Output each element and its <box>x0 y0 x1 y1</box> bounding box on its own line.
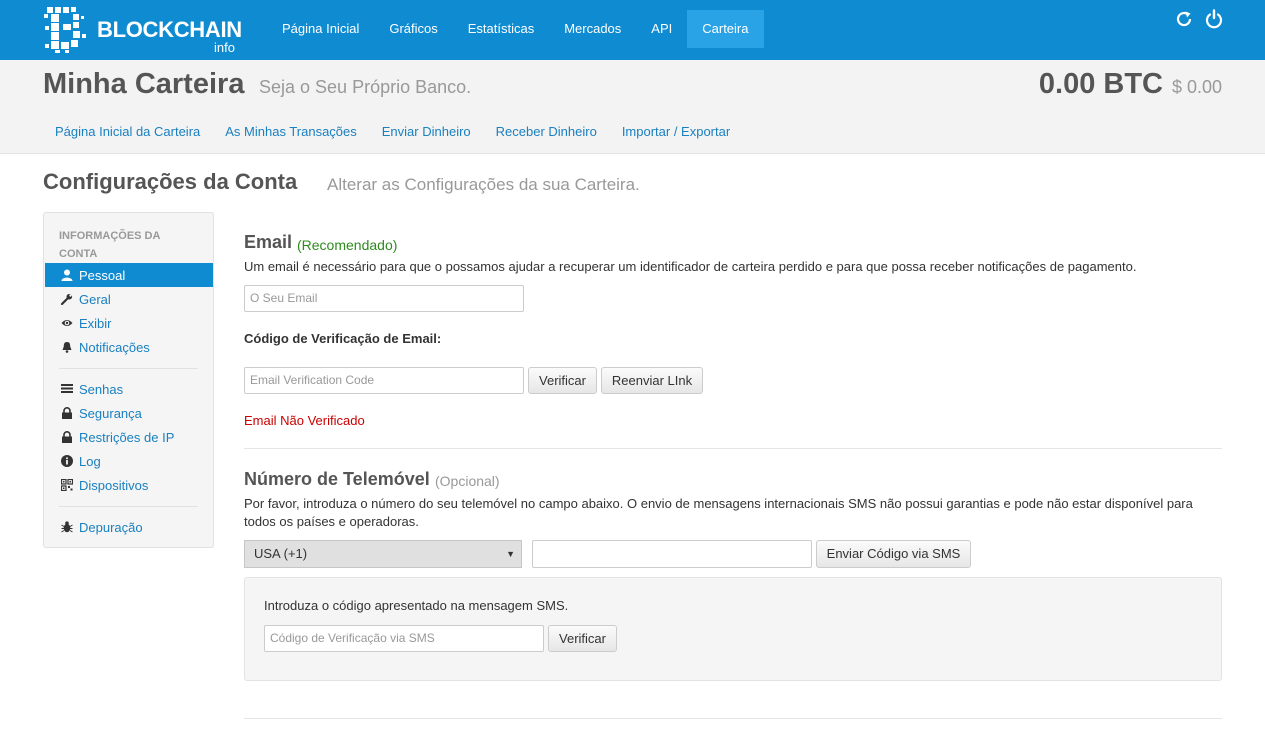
sidebar-item-label: Pessoal <box>79 267 126 283</box>
info-icon <box>61 455 73 467</box>
sidebar-heading: INFORMAÇÕES DA CONTA <box>59 230 161 260</box>
sms-code-input[interactable]: Código de Verificação via SMS <box>264 625 544 652</box>
email-status: Email Não Verificado <box>244 413 365 428</box>
sidebar-item-log[interactable]: Log <box>45 449 213 473</box>
sidebar-item-exibir[interactable]: Exibir <box>45 311 213 335</box>
nav-estatisticas[interactable]: Estatísticas <box>453 10 549 48</box>
section-title: Configurações da Conta <box>43 169 298 194</box>
bell-icon <box>62 342 72 353</box>
email-verification-label: Código de Verificação de Email: <box>244 331 442 346</box>
nav-mercados[interactable]: Mercados <box>549 10 636 48</box>
nav-graficos[interactable]: Gráficos <box>374 10 452 48</box>
subnav-wallet-home[interactable]: Página Inicial da Carteira <box>43 120 213 144</box>
refresh-icon[interactable] <box>1174 9 1194 29</box>
phone-number-input[interactable] <box>532 540 812 568</box>
balance-fiat[interactable]: $ 0.00 <box>1172 77 1222 98</box>
sidebar-item-label: Restrições de IP <box>79 429 175 445</box>
sidebar-item-label: Geral <box>79 291 111 307</box>
sidebar-item-pessoal[interactable]: Pessoal <box>45 263 213 287</box>
sidebar-item-dispositivos[interactable]: Dispositivos <box>45 473 213 497</box>
section-divider <box>244 448 1222 449</box>
email-field[interactable]: O Seu Email <box>244 285 524 312</box>
logo-subtext: info <box>214 40 235 55</box>
nav-api[interactable]: API <box>636 10 687 48</box>
sidebar-item-geral[interactable]: Geral <box>45 287 213 311</box>
sidebar-item-label: Exibir <box>79 315 112 331</box>
subnav-transactions[interactable]: As Minhas Transações <box>213 120 370 144</box>
sidebar-item-label: Notificações <box>79 339 150 355</box>
top-navbar: BLOCKCHAIN info Página Inicial Gráficos … <box>0 0 1265 60</box>
subnav-send[interactable]: Enviar Dinheiro <box>370 120 484 144</box>
main-nav: Página Inicial Gráficos Estatísticas Mer… <box>267 10 764 48</box>
list-icon <box>61 384 73 393</box>
power-icon[interactable] <box>1204 9 1224 29</box>
resend-link-button[interactable]: Reenviar LInk <box>601 367 703 394</box>
country-code-value: USA (+1) <box>254 546 308 561</box>
sidebar-item-seguranca[interactable]: Segurança <box>45 401 213 425</box>
sidebar-item-label: Segurança <box>79 405 142 421</box>
phone-heading: Número de Telemóvel <box>244 469 430 489</box>
lock-icon <box>62 431 72 443</box>
sidebar-divider <box>59 368 198 369</box>
dropdown-arrow-icon: ▼ <box>506 549 515 559</box>
email-description: Um email é necessário para que o possamo… <box>244 259 1137 274</box>
email-heading: Email <box>244 232 293 252</box>
phone-description-line1: Por favor, introduza o número do seu tel… <box>244 496 1193 511</box>
sms-prompt: Introduza o código apresentado na mensag… <box>264 598 569 613</box>
blockchain-logo-icon <box>44 7 86 53</box>
subnav-import-export[interactable]: Importar / Exportar <box>610 120 743 144</box>
user-icon <box>61 269 73 281</box>
sidebar-item-label: Depuração <box>79 519 143 535</box>
bug-icon <box>61 521 73 533</box>
sidebar-item-depuracao[interactable]: Depuração <box>45 515 213 539</box>
lock-icon <box>62 407 72 419</box>
wallet-subnav: Página Inicial da Carteira As Minhas Tra… <box>43 120 743 144</box>
email-verification-code-input[interactable]: Email Verification Code <box>244 367 524 394</box>
page-title: Minha Carteira <box>43 68 245 100</box>
wrench-icon <box>61 293 73 305</box>
country-code-select[interactable]: USA (+1) ▼ <box>244 540 522 568</box>
phone-description-line2: todos os países e operadoras. <box>244 514 419 529</box>
section-divider <box>244 718 1222 719</box>
nav-carteira[interactable]: Carteira <box>687 10 764 48</box>
verify-email-button[interactable]: Verificar <box>528 367 597 394</box>
eye-icon <box>61 320 73 326</box>
email-recommended-tag: (Recomendado) <box>297 237 398 253</box>
send-sms-code-button[interactable]: Enviar Código via SMS <box>816 540 971 568</box>
sms-verification-panel: Introduza o código apresentado na mensag… <box>244 577 1222 681</box>
phone-optional-tag: (Opcional) <box>435 473 500 489</box>
sidebar-divider <box>59 506 198 507</box>
subnav-receive[interactable]: Receber Dinheiro <box>484 120 610 144</box>
top-icons <box>1174 9 1224 29</box>
balance-btc[interactable]: 0.00 BTC <box>1039 68 1163 101</box>
verify-sms-button[interactable]: Verificar <box>548 625 617 652</box>
wallet-header: Minha Carteira Seja o Seu Próprio Banco.… <box>0 60 1265 154</box>
sidebar-item-restricoes-ip[interactable]: Restrições de IP <box>45 425 213 449</box>
sidebar-item-label: Senhas <box>79 381 124 397</box>
sidebar-item-label: Dispositivos <box>79 477 149 493</box>
sidebar-item-senhas[interactable]: Senhas <box>45 377 213 401</box>
sidebar-item-notificacoes[interactable]: Notificações <box>45 335 213 359</box>
nav-pagina-inicial[interactable]: Página Inicial <box>267 10 374 48</box>
sidebar-item-label: Log <box>79 453 101 469</box>
section-subtitle: Alterar as Configurações da sua Carteira… <box>327 175 640 194</box>
page-subtitle: Seja o Seu Próprio Banco. <box>259 77 472 97</box>
blockchain-logo[interactable]: BLOCKCHAIN info <box>43 4 243 56</box>
qrcode-icon <box>61 479 73 491</box>
settings-sidebar: INFORMAÇÕES DA CONTA Pessoal Geral Exibi… <box>43 212 214 548</box>
